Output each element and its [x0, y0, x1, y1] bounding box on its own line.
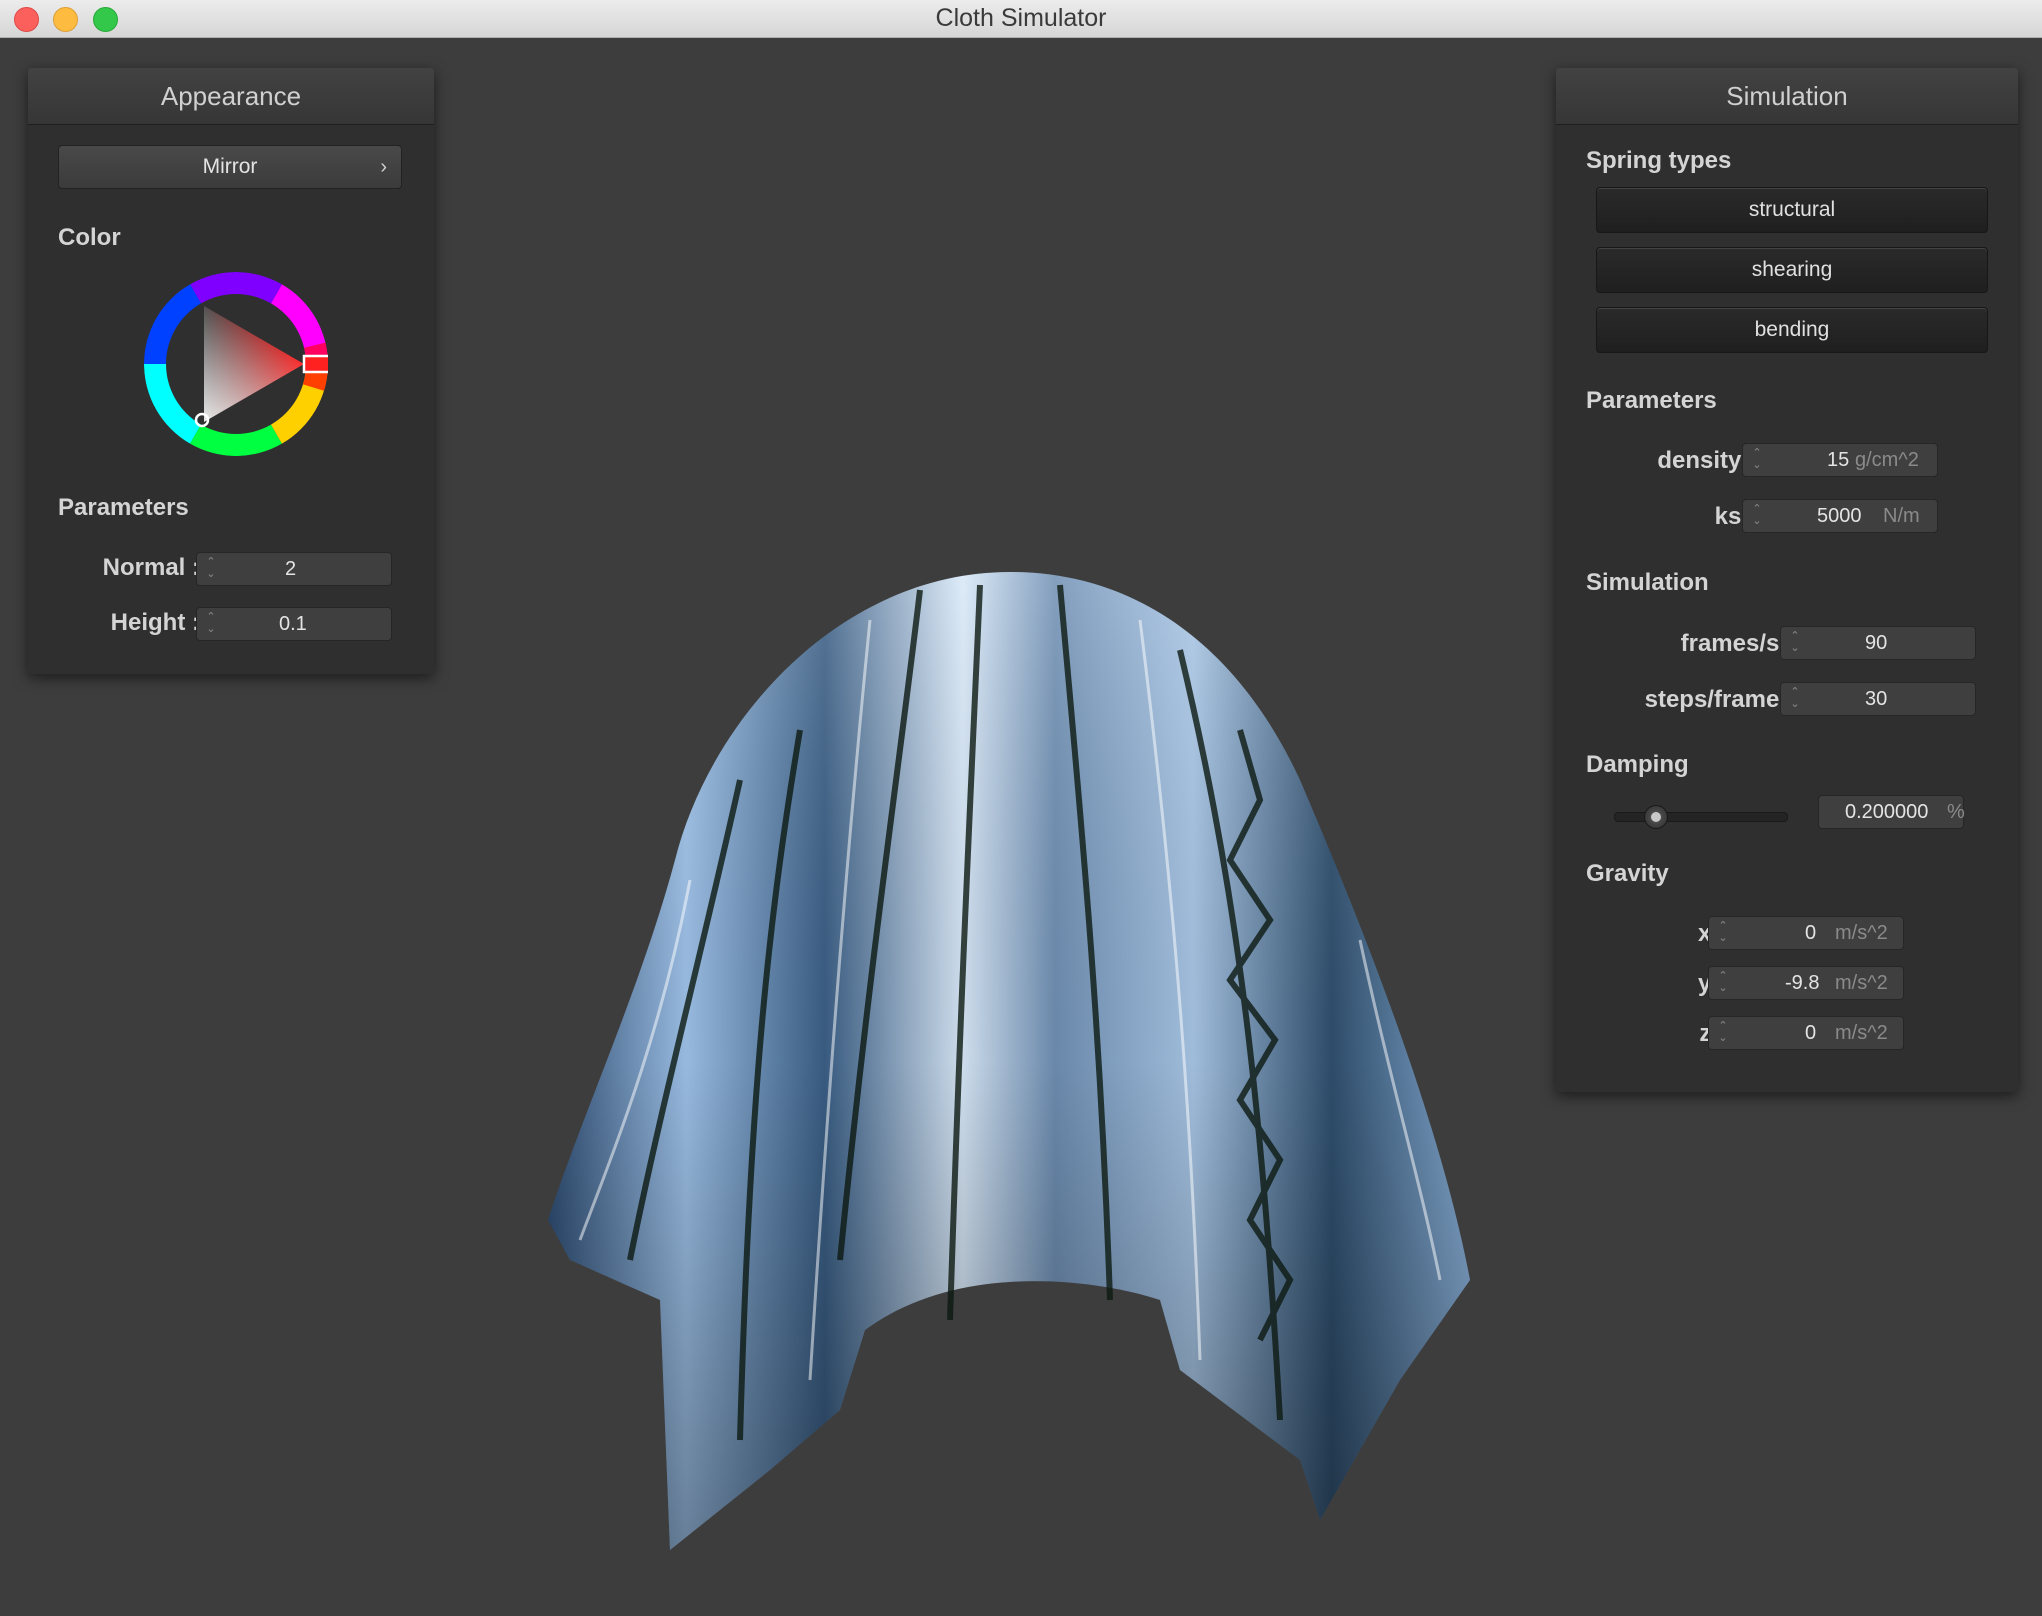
- normal-value: 2: [285, 558, 297, 580]
- spin-arrows-icon[interactable]: ⌃ ⌄: [204, 611, 218, 637]
- steps-per-frame-spinbox[interactable]: ⌃ ⌄ 30: [1780, 682, 1976, 716]
- shearing-spring-label: shearing: [1751, 258, 1833, 281]
- gravity-y-spinbox[interactable]: ⌃ ⌄ -9.8 m/s^2: [1708, 966, 1904, 1000]
- spin-arrows-icon[interactable]: ⌃ ⌄: [1788, 630, 1802, 656]
- ks-unit: N/m: [1883, 505, 1920, 527]
- structural-spring-button[interactable]: structural: [1596, 187, 1988, 233]
- gravity-y-value: -9.8: [1785, 972, 1820, 994]
- chevron-right-icon: ›: [380, 156, 387, 178]
- gravity-z-value: 0: [1805, 1022, 1817, 1044]
- frames-per-second-label: frames/s :: [1680, 630, 1794, 657]
- appearance-panel-title: Appearance: [28, 68, 434, 125]
- ks-label: ks :: [1714, 503, 1756, 530]
- spin-arrows-icon[interactable]: ⌃ ⌄: [1716, 970, 1730, 996]
- density-unit: g/cm^2: [1855, 449, 1919, 471]
- steps-per-frame-label: steps/frame :: [1644, 686, 1794, 713]
- normal-spinbox[interactable]: ⌃ ⌄ 2: [196, 552, 392, 586]
- title-bar: Cloth Simulator: [0, 0, 2042, 38]
- ks-spinbox[interactable]: ⌃ ⌄ 5000 N/m: [1742, 499, 1938, 533]
- density-label: density :: [1657, 447, 1756, 474]
- damping-slider-knob[interactable]: [1644, 805, 1668, 829]
- color-wheel[interactable]: [144, 272, 328, 456]
- steps-per-frame-value: 30: [1865, 688, 1888, 710]
- damping-value-box[interactable]: 0.200000 %: [1818, 795, 1965, 829]
- gravity-label: Gravity: [1586, 860, 1669, 887]
- damping-label: Damping: [1586, 751, 1689, 778]
- gravity-x-spinbox[interactable]: ⌃ ⌄ 0 m/s^2: [1708, 916, 1904, 950]
- normal-label: Normal :: [102, 554, 200, 581]
- spin-arrows-icon[interactable]: ⌃ ⌄: [204, 556, 218, 582]
- gravity-z-label: z :: [1699, 1020, 1726, 1047]
- height-spinbox[interactable]: ⌃ ⌄ 0.1: [196, 607, 392, 641]
- damping-slider[interactable]: [1614, 804, 1788, 829]
- frames-per-second-spinbox[interactable]: ⌃ ⌄ 90: [1780, 626, 1976, 660]
- simulation-section-label: Simulation: [1586, 569, 1709, 596]
- height-label: Height :: [110, 609, 200, 636]
- window-title: Cloth Simulator: [935, 4, 1107, 32]
- spin-arrows-icon[interactable]: ⌃ ⌄: [1716, 920, 1730, 946]
- simulation-panel-title: Simulation: [1556, 68, 2018, 125]
- simulation-panel: Simulation Spring types structural shear…: [1556, 68, 2018, 1092]
- gravity-x-unit: m/s^2: [1835, 922, 1888, 944]
- gravity-x-value: 0: [1805, 922, 1817, 944]
- damping-slider-track: [1614, 812, 1788, 822]
- shader-select-button[interactable]: Mirror ›: [58, 145, 402, 189]
- color-section-label: Color: [58, 224, 121, 251]
- bending-spring-button[interactable]: bending: [1596, 307, 1988, 353]
- shearing-spring-button[interactable]: shearing: [1596, 247, 1988, 293]
- spin-arrows-icon[interactable]: ⌃ ⌄: [1750, 447, 1764, 473]
- gravity-z-spinbox[interactable]: ⌃ ⌄ 0 m/s^2: [1708, 1016, 1904, 1050]
- spring-types-label: Spring types: [1586, 147, 1732, 174]
- density-value: 15: [1827, 449, 1850, 471]
- appearance-panel: Appearance Mirror › Color Parameters Nor…: [28, 68, 434, 674]
- damping-unit: %: [1947, 801, 1965, 823]
- cloth-render-viewport[interactable]: [540, 560, 1480, 1570]
- height-value: 0.1: [279, 613, 307, 635]
- structural-spring-label: structural: [1748, 198, 1836, 221]
- bending-spring-label: bending: [1754, 318, 1830, 341]
- spin-arrows-icon[interactable]: ⌃ ⌄: [1750, 503, 1764, 529]
- gravity-y-unit: m/s^2: [1835, 972, 1888, 994]
- gravity-x-label: x :: [1697, 920, 1726, 947]
- density-spinbox[interactable]: ⌃ ⌄ 15 g/cm^2: [1742, 443, 1938, 477]
- gravity-y-label: y :: [1697, 970, 1726, 997]
- spin-arrows-icon[interactable]: ⌃ ⌄: [1788, 686, 1802, 712]
- ks-value: 5000: [1817, 505, 1862, 527]
- damping-value: 0.200000: [1845, 801, 1929, 823]
- spin-arrows-icon[interactable]: ⌃ ⌄: [1716, 1020, 1730, 1046]
- appearance-parameters-label: Parameters: [58, 494, 189, 521]
- frames-per-second-value: 90: [1865, 632, 1888, 654]
- gravity-z-unit: m/s^2: [1835, 1022, 1888, 1044]
- simulation-parameters-label: Parameters: [1586, 387, 1717, 414]
- shader-select-label: Mirror: [202, 155, 258, 178]
